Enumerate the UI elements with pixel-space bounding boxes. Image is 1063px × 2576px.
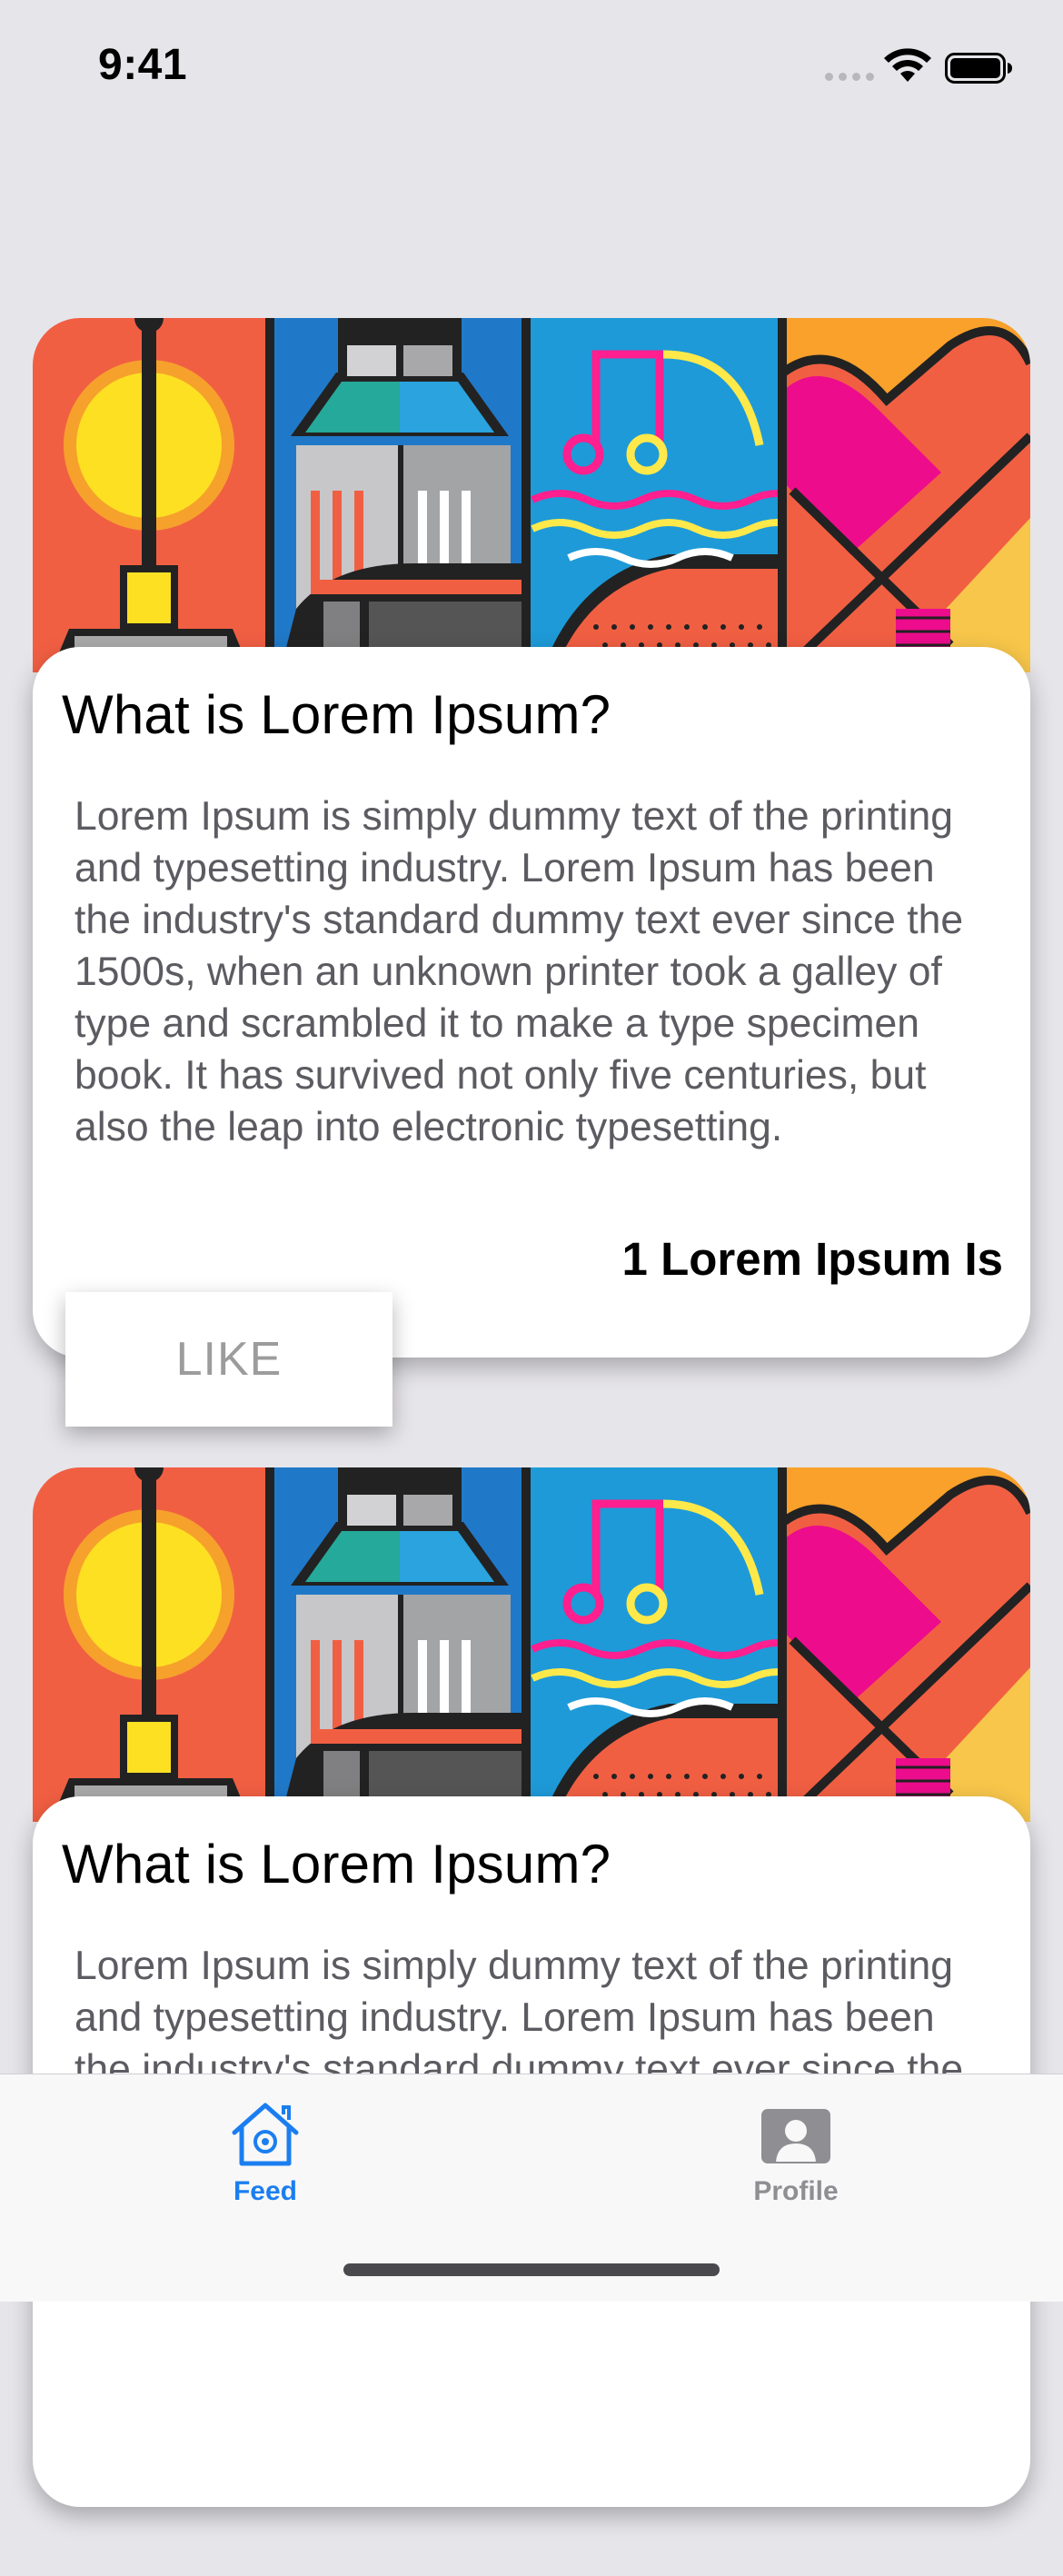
house-icon (232, 2103, 299, 2166)
tab-profile-label: Profile (753, 2176, 839, 2206)
tab-feed[interactable]: Feed (165, 2100, 365, 2218)
tab-profile[interactable]: Profile (696, 2100, 896, 2218)
feed-card[interactable]: What is Lorem Ipsum? Lorem Ipsum is simp… (33, 1467, 1030, 2576)
battery-icon (945, 53, 1012, 84)
tab-feed-label: Feed (233, 2176, 298, 2206)
card-title: What is Lorem Ipsum? (62, 684, 611, 745)
status-time: 9:41 (98, 41, 188, 89)
wifi-icon (884, 48, 931, 82)
card-meta-label: 1 Lorem Ipsum Is (621, 1233, 1003, 1285)
cellular-signal-icon (825, 73, 874, 81)
person-icon (761, 2109, 830, 2163)
status-bar: 9:41 (0, 0, 1063, 127)
like-button[interactable]: LIKE (65, 1292, 392, 1427)
card-description: Lorem Ipsum is simply dummy text of the … (75, 794, 964, 1149)
card-illustration (33, 1467, 1030, 1822)
home-indicator[interactable] (343, 2263, 720, 2276)
card-content: What is Lorem Ipsum? Lorem Ipsum is simp… (33, 647, 1030, 1358)
card-illustration (33, 318, 1030, 672)
card-title: What is Lorem Ipsum? (62, 1834, 611, 1895)
feed-card[interactable]: What is Lorem Ipsum? Lorem Ipsum is simp… (33, 318, 1030, 1427)
